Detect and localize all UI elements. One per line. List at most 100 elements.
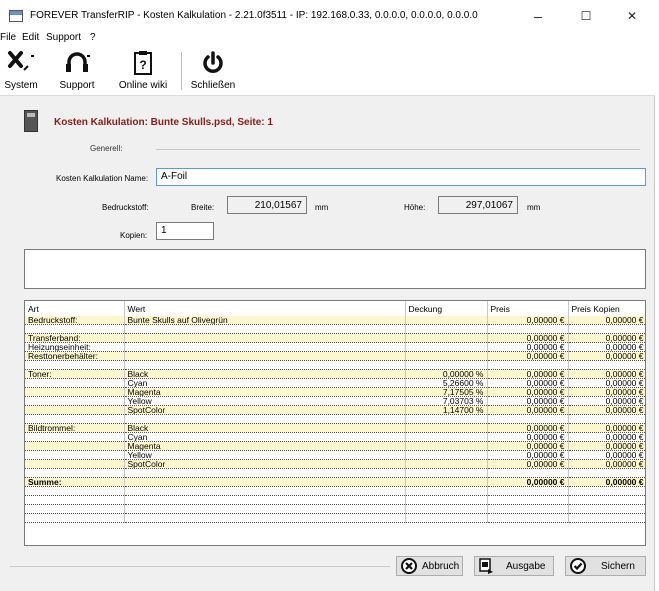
column-header-deckung[interactable]: Deckung [405, 301, 488, 316]
sichern-button[interactable]: Sichern [565, 556, 646, 576]
table-row[interactable]: Yellow 0,00000 €0,00000 € [25, 450, 645, 461]
table-cell-kopien: 0,00000 € [568, 477, 645, 487]
table-row[interactable]: SpotColor 1,14700 % 0,00000 €0,00000 € [25, 405, 645, 416]
table-body: Bedruckstoff: Bunte Skulls auf Olivegrün 0… [25, 316, 645, 523]
menu-edit[interactable]: Edit [22, 32, 39, 43]
table-cell-deckung [405, 333, 488, 344]
online-wiki-button[interactable]: ? Online wiki [113, 48, 173, 91]
table-cell-kopien: 0,00000 € [568, 387, 645, 398]
table-row[interactable] [25, 414, 645, 425]
table-cell-kopien: 0,00000 € [568, 316, 645, 326]
system-button[interactable]: System [2, 48, 40, 91]
table-row[interactable]: SpotColor 0,00000 €0,00000 € [25, 459, 645, 470]
table-row[interactable] [25, 504, 645, 514]
support-button[interactable]: Support [54, 48, 100, 91]
table-cell-preis: 0,00000 € [487, 477, 569, 487]
table-row[interactable] [25, 486, 645, 496]
table-row[interactable]: Magenta 7,17505 % 0,00000 €0,00000 € [25, 387, 645, 398]
table-cell-kopien: 0,00000 € [568, 351, 645, 362]
table-cell-deckung [405, 504, 488, 514]
column-header-preis-kopien[interactable]: Preis Kopien [568, 301, 645, 316]
table-cell-art [25, 513, 125, 523]
main-window: FOREVER TransferRIP - Kosten Kalkulation… [0, 0, 655, 591]
table-cell-kopien [568, 486, 645, 496]
table-cell-art: Resttonerbehälter: [25, 351, 125, 362]
column-header-preis[interactable]: Preis [487, 301, 569, 316]
breite-unit: mm [315, 203, 329, 212]
table-cell-preis: 0,00000 € [487, 459, 569, 470]
minimize-button[interactable]: – [518, 4, 558, 28]
page-title: Kosten Kalkulation: Bunte Skulls.psd, Se… [54, 117, 273, 128]
table-cell-wert: Magenta [124, 441, 406, 452]
ausgabe-button[interactable]: Ausgabe [474, 556, 554, 576]
window-title: FOREVER TransferRIP - Kosten Kalkulation… [30, 10, 478, 21]
support-label: Support [59, 80, 95, 91]
hoehe-field: 297,01067 [438, 196, 518, 214]
table-row[interactable]: Magenta 0,00000 €0,00000 € [25, 441, 645, 452]
schliessen-button[interactable]: Schließen [188, 48, 238, 91]
table-row[interactable]: Bildtrommel: Black 0,00000 €0,00000 € [25, 423, 645, 434]
table-row[interactable] [25, 495, 645, 505]
table-cell-preis: 0,00000 € [487, 423, 569, 434]
table-cell-wert: Cyan [124, 378, 406, 389]
column-header-art[interactable]: Art [25, 301, 125, 316]
table-cell-art [25, 387, 125, 398]
maximize-button[interactable]: ☐ [566, 4, 606, 28]
table-cell-kopien: 0,00000 € [568, 432, 645, 443]
name-input[interactable]: A-Foil [156, 168, 646, 186]
table-cell-deckung [405, 414, 488, 425]
table-row[interactable]: Toner: Black 0,00000 % 0,00000 €0,00000 € [25, 369, 645, 380]
menu-file[interactable]: File [0, 32, 16, 43]
headset-icon [54, 48, 100, 78]
abbruch-button[interactable]: Abbruch [396, 556, 463, 576]
table-cell-wert: Black [124, 369, 406, 380]
table-row[interactable]: Cyan 5,26600 % 0,00000 €0,00000 € [25, 378, 645, 389]
schliessen-label: Schließen [190, 80, 236, 91]
table-cell-wert: Black [124, 423, 406, 434]
table-row[interactable]: Summe: 0,00000 €0,00000 € [25, 477, 645, 487]
print-output-icon [478, 557, 496, 575]
table-row[interactable]: Transferband: 0,00000 €0,00000 € [25, 333, 645, 344]
check-circle-icon [569, 557, 587, 575]
column-header-wert[interactable]: Wert [124, 301, 406, 316]
table-cell-deckung: 0,00000 % [405, 369, 488, 380]
table-cell-art: Transferband: [25, 333, 125, 344]
table-cell-kopien [568, 414, 645, 425]
table-row[interactable] [25, 513, 645, 523]
table-row[interactable]: Heizungseinheit: 0,00000 €0,00000 € [25, 342, 645, 353]
kopien-input[interactable]: 1 [156, 222, 214, 240]
table-row[interactable]: Cyan 0,00000 €0,00000 € [25, 432, 645, 443]
table-cell-wert [124, 333, 406, 344]
table-cell-preis [487, 324, 569, 335]
table-cell-preis [487, 513, 569, 523]
table-cell-deckung [405, 351, 488, 362]
table-row[interactable]: Resttonerbehälter: 0,00000 €0,00000 € [25, 351, 645, 362]
notes-textarea[interactable] [24, 249, 646, 289]
table-cell-kopien: 0,00000 € [568, 405, 645, 416]
toolbar: System Support ? Online wiki Schließen [0, 46, 655, 96]
hoehe-unit: mm [527, 203, 541, 212]
close-window-button[interactable]: ✕ [612, 4, 652, 28]
sichern-label: Sichern [601, 560, 635, 572]
table-cell-preis: 0,00000 € [487, 316, 569, 326]
table-cell-kopien: 0,00000 € [568, 441, 645, 452]
table-cell-deckung [405, 495, 488, 505]
table-cell-deckung: 1,14700 % [405, 405, 488, 416]
table-cell-deckung [405, 342, 488, 353]
table-cell-kopien [568, 513, 645, 523]
table-row[interactable]: Yellow 7,03703 % 0,00000 €0,00000 € [25, 396, 645, 407]
table-row[interactable]: Bedruckstoff: Bunte Skulls auf Olivegrün 0… [25, 316, 645, 326]
menu-support[interactable]: Support [46, 32, 81, 43]
menu-help[interactable]: ? [90, 32, 96, 43]
toolbar-separator [181, 52, 182, 90]
table-header: Art Wert Deckung Preis Preis Kopien [25, 301, 645, 316]
cost-table[interactable]: Art Wert Deckung Preis Preis Kopien Bedr… [24, 300, 646, 546]
table-row[interactable] [25, 468, 645, 478]
table-cell-deckung: 7,03703 % [405, 396, 488, 407]
table-row[interactable] [25, 360, 645, 371]
title-bar[interactable]: FOREVER TransferRIP - Kosten Kalkulation… [0, 0, 655, 32]
table-cell-wert: SpotColor [124, 405, 406, 416]
kopien-label: Kopien: [120, 231, 148, 240]
table-row[interactable] [25, 324, 645, 335]
table-cell-art [25, 405, 125, 416]
